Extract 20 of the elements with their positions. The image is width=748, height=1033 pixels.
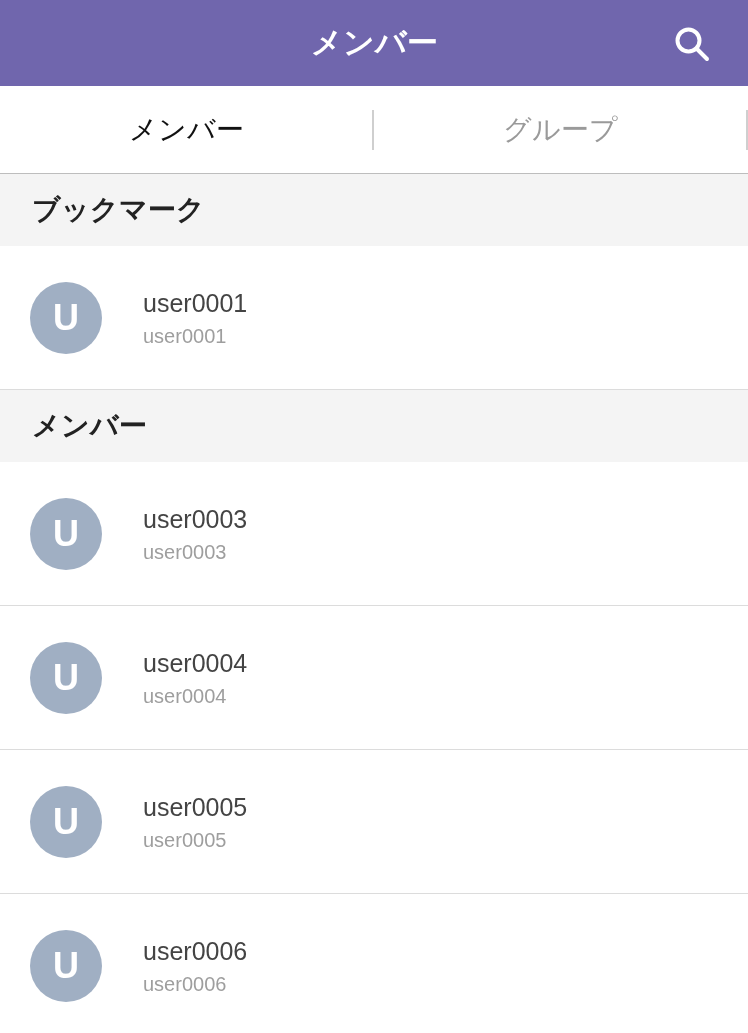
member-name: user0004 bbox=[143, 647, 248, 678]
avatar-icon: U bbox=[30, 929, 102, 1002]
member-name: user0005 bbox=[143, 791, 248, 822]
member-name: user0003 bbox=[143, 503, 248, 534]
member-account: user0001 bbox=[143, 323, 228, 348]
member-account: user0005 bbox=[143, 827, 228, 852]
member-account: user0006 bbox=[143, 971, 228, 996]
tab[interactable]: メンバー bbox=[0, 109, 374, 150]
member-account: user0004 bbox=[143, 683, 228, 708]
member-name: user0001 bbox=[143, 287, 248, 318]
header-title: メンバー bbox=[310, 24, 438, 62]
section-title: メンバー bbox=[32, 409, 147, 443]
section-title: ブックマーク bbox=[32, 193, 205, 227]
avatar-icon: U bbox=[30, 641, 102, 714]
member-name: user0006 bbox=[143, 935, 248, 966]
avatar-icon: U bbox=[30, 281, 102, 354]
search-icon bbox=[674, 26, 710, 62]
avatar-icon: U bbox=[30, 785, 102, 858]
member-account: user0003 bbox=[143, 539, 228, 564]
avatar-icon: U bbox=[30, 497, 102, 570]
